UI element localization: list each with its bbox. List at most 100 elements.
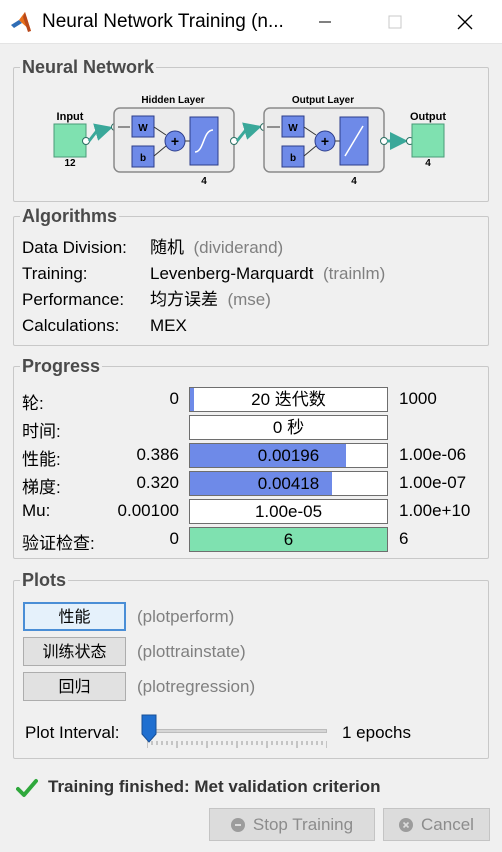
input-label: Input <box>57 111 84 123</box>
hidden-weight-label: W <box>138 123 148 134</box>
maximize-button[interactable] <box>372 0 418 44</box>
output-block <box>411 123 445 158</box>
progress-max: 1.00e-06 <box>399 445 467 464</box>
status-text: Training finished: Met validation criter… <box>48 777 381 796</box>
algorithm-label: Performance: <box>22 290 125 309</box>
output-layer-title: Output Layer <box>292 95 354 106</box>
progress-label: 性能: <box>22 450 61 469</box>
neural-network-panel: Neural Network Input 12 Hidden Layer W b… <box>13 56 489 202</box>
progress-label: 梯度: <box>22 478 61 497</box>
progress-panel: Progress 轮: 0 20 迭代数 1000 时间: 0 秒 性能: 0.… <box>13 355 490 559</box>
matlab-icon <box>11 12 31 32</box>
progress-bar: 0 秒 <box>189 415 388 440</box>
output-weight-label: W <box>288 123 298 134</box>
algorithm-label: Training: <box>22 264 88 283</box>
progress-max: 1000 <box>399 389 437 408</box>
section-title-algorithms: Algorithms <box>20 205 120 227</box>
progress-bar: 6 <box>189 527 388 552</box>
progress-max: 6 <box>399 529 409 548</box>
hidden-layer-title: Hidden Layer <box>141 95 204 106</box>
algorithm-function: (dividerand) <box>193 238 284 257</box>
section-title-progress: Progress <box>20 355 103 377</box>
cancel-label: Cancel <box>421 814 474 834</box>
section-title-plots: Plots <box>20 569 69 591</box>
progress-value: 0.00196 <box>257 446 320 465</box>
progress-row-time: 时间: 0 秒 <box>14 415 490 441</box>
algorithm-function: (mse) <box>227 290 271 309</box>
algorithm-label: Data Division: <box>22 238 127 257</box>
algorithm-row-data-division: Data Division: 随机 (dividerand) <box>22 238 283 258</box>
algorithm-function: (trainlm) <box>322 264 386 283</box>
algorithm-value: 均方误差 <box>150 290 218 309</box>
output-label: Output <box>410 111 446 123</box>
progress-row-epoch: 轮: 0 20 迭代数 1000 <box>14 387 490 413</box>
hidden-plus-sign: + <box>171 133 179 149</box>
output-layer-size: 4 <box>351 176 357 187</box>
plot-interval-label: Plot Interval: <box>25 723 120 742</box>
progress-min: 0.320 <box>136 473 179 492</box>
progress-max: 1.00e-07 <box>399 473 467 492</box>
plot-function-label: (plotregression) <box>137 677 256 696</box>
checkmark-icon <box>16 779 38 797</box>
plot-interval-slider-thumb[interactable] <box>141 714 157 743</box>
algorithm-row-training: Training: Levenberg-Marquardt (trainlm) <box>22 264 385 284</box>
minimize-button[interactable] <box>302 0 348 44</box>
progress-bar: 20 迭代数 <box>189 387 388 412</box>
stop-training-button[interactable]: Stop Training <box>209 808 375 841</box>
plots-panel: Plots 性能 (plotperform) 训练状态 (plottrainst… <box>13 569 489 759</box>
input-block <box>53 123 87 158</box>
algorithm-row-performance: Performance: 均方误差 (mse) <box>22 290 271 310</box>
progress-value: 1.00e-05 <box>254 502 323 521</box>
stop-training-label: Stop Training <box>252 814 354 834</box>
stop-icon <box>230 817 245 832</box>
progress-label: 轮: <box>22 394 44 413</box>
plot-function-label: (plottrainstate) <box>137 642 246 661</box>
progress-row-validation: 验证检查: 0 6 6 <box>14 527 490 553</box>
progress-min: 0.00100 <box>117 501 179 520</box>
close-button[interactable] <box>442 0 488 44</box>
algorithm-value: MEX <box>150 316 187 335</box>
progress-row-mu: Mu: 0.00100 1.00e-05 1.00e+10 <box>14 499 490 525</box>
close-icon <box>457 14 473 30</box>
progress-min: 0 <box>169 389 179 408</box>
progress-max: 1.00e+10 <box>399 501 471 520</box>
progress-bar: 1.00e-05 <box>189 499 388 524</box>
progress-min: 0 <box>169 529 179 548</box>
cancel-button[interactable]: Cancel <box>383 808 490 841</box>
plot-function-label: (plotperform) <box>137 607 235 626</box>
progress-value: 20 迭代数 <box>251 390 326 409</box>
minimize-icon <box>319 21 331 23</box>
progress-value: 0.00418 <box>257 474 320 493</box>
window-title: Neural Network Training (n... <box>42 11 284 32</box>
progress-label: 时间: <box>22 422 61 441</box>
progress-value: 6 <box>283 530 294 549</box>
title-bar[interactable]: Neural Network Training (n... <box>0 0 502 44</box>
algorithm-value: Levenberg-Marquardt <box>150 264 314 283</box>
algorithm-value: 随机 <box>150 238 184 257</box>
plot-performance-button[interactable]: 性能 <box>23 602 126 631</box>
input-size: 12 <box>64 158 76 169</box>
plot-trainstate-button[interactable]: 训练状态 <box>23 637 126 666</box>
progress-bar: 0.00196 <box>189 443 388 468</box>
plot-interval-value: 1 epochs <box>342 723 411 742</box>
output-count: 4 <box>425 158 431 169</box>
plot-interval-slider-track[interactable] <box>147 729 327 733</box>
progress-min: 0.386 <box>136 445 179 464</box>
progress-bar: 0.00418 <box>189 471 388 496</box>
network-diagram: Input 12 Hidden Layer W b + 4 Output Lay… <box>53 95 446 187</box>
algorithm-row-calculations: Calculations: MEX <box>22 316 187 336</box>
progress-row-performance: 性能: 0.386 0.00196 1.00e-06 <box>14 443 490 469</box>
hidden-size: 4 <box>201 176 207 187</box>
progress-value: 0 秒 <box>272 418 305 437</box>
algorithm-label: Calculations: <box>22 316 120 335</box>
output-plus-sign: + <box>321 133 329 149</box>
progress-label: Mu: <box>22 501 51 520</box>
algorithms-panel: Algorithms Data Division: 随机 (dividerand)… <box>13 205 489 346</box>
progress-label: 验证检查: <box>22 534 95 553</box>
hidden-bias-label: b <box>140 153 146 164</box>
maximize-icon <box>388 15 402 29</box>
slider-ticks <box>147 741 327 748</box>
plot-regression-button[interactable]: 回归 <box>23 672 126 701</box>
output-bias-label: b <box>290 153 296 164</box>
progress-row-gradient: 梯度: 0.320 0.00418 1.00e-07 <box>14 471 490 497</box>
